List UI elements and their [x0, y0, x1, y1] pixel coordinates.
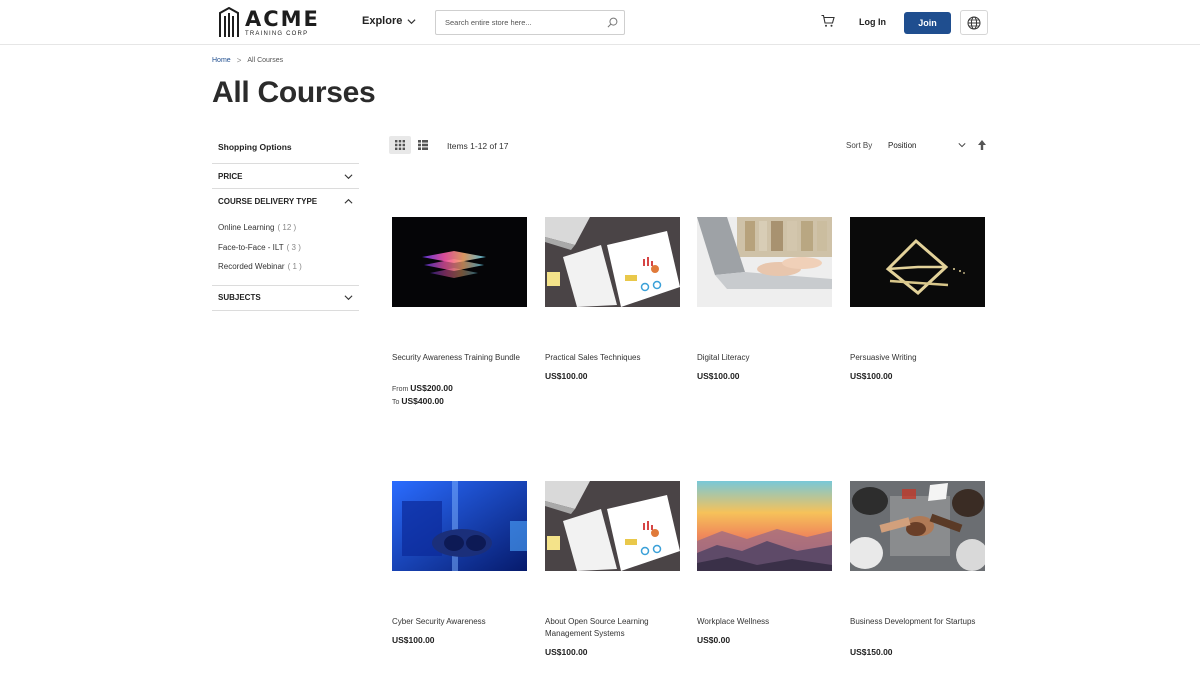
product-name[interactable]: Security Awareness Training Bundle: [392, 352, 530, 364]
product-card[interactable]: Digital Literacy US$100.00: [697, 217, 837, 381]
filter-sidebar: Shopping Options PRICE COURSE DELIVERY T…: [212, 138, 359, 311]
grid-view-button[interactable]: [389, 136, 411, 154]
chevron-down-icon: [407, 18, 416, 24]
sort-select[interactable]: Position: [884, 136, 970, 154]
sort-by-label: Sort By: [846, 141, 873, 150]
price-from: From US$200.00: [392, 383, 453, 393]
product-name[interactable]: Cyber Security Awareness: [392, 616, 530, 628]
explore-label: Explore: [362, 15, 403, 27]
breadcrumb-home[interactable]: Home: [212, 57, 231, 64]
breadcrumb-separator: >: [236, 56, 242, 65]
product-price: US$100.00: [697, 371, 740, 381]
product-image[interactable]: [850, 217, 985, 307]
option-label: Online Learning: [218, 223, 275, 233]
search-icon[interactable]: [607, 17, 618, 28]
product-card[interactable]: Business Development for Startups US$150…: [850, 481, 990, 657]
product-name[interactable]: Digital Literacy: [697, 352, 835, 364]
items-count: Items 1-12 of 17: [447, 141, 509, 151]
product-image[interactable]: [697, 217, 832, 307]
price-to-value: US$400.00: [401, 396, 444, 406]
language-selector[interactable]: [960, 10, 988, 35]
logo-sub-text: TRAINING CORP: [245, 31, 309, 37]
chevron-down-icon: [958, 143, 966, 148]
site-header: ACME TRAINING CORP Explore Log In Join: [0, 0, 1200, 45]
filter-course-delivery-type[interactable]: COURSE DELIVERY TYPE: [212, 189, 359, 214]
desk-notebook-charts-image: [545, 217, 680, 307]
sort-value: Position: [888, 140, 917, 150]
product-name[interactable]: Business Development for Startups: [850, 616, 988, 628]
product-image[interactable]: [392, 217, 527, 307]
filter-subjects[interactable]: SUBJECTS: [212, 286, 359, 311]
filter-delivery-label: COURSE DELIVERY TYPE: [218, 197, 318, 206]
grid-icon: [395, 140, 405, 150]
filter-option-face-to-face[interactable]: Face-to-Face - ILT ( 3 ): [218, 238, 359, 258]
product-name[interactable]: About Open Source Learning Management Sy…: [545, 616, 683, 640]
filter-price[interactable]: PRICE: [212, 164, 359, 189]
product-image[interactable]: [697, 481, 832, 571]
product-name[interactable]: Persuasive Writing: [850, 352, 988, 364]
search-input[interactable]: [436, 11, 596, 34]
breadcrumb: Home > All Courses: [212, 56, 283, 65]
logo-mark-icon: [219, 7, 239, 37]
chevron-down-icon: [344, 295, 353, 301]
chevron-up-icon: [344, 198, 353, 204]
option-label: Face-to-Face - ILT: [218, 242, 284, 252]
breadcrumb-current: All Courses: [247, 57, 284, 64]
product-price: US$100.00: [545, 371, 588, 381]
product-card[interactable]: Persuasive Writing US$100.00: [850, 217, 990, 381]
product-image[interactable]: [392, 481, 527, 571]
product-image[interactable]: [545, 481, 680, 571]
product-price: US$100.00: [850, 371, 893, 381]
sunset-mountains-image: [697, 481, 832, 571]
product-card[interactable]: Cyber Security Awareness US$100.00: [392, 481, 532, 645]
product-card[interactable]: About Open Source Learning Management Sy…: [545, 481, 685, 657]
filter-option-online-learning[interactable]: Online Learning ( 12 ): [218, 218, 359, 238]
login-link[interactable]: Log In: [859, 17, 886, 27]
page-title: All Courses: [212, 76, 376, 109]
globe-icon: [967, 16, 981, 29]
search-box: [435, 10, 625, 35]
sort-direction-arrow-icon[interactable]: [976, 138, 988, 152]
product-price: US$100.00: [392, 635, 435, 645]
logo-main-text: ACME: [245, 7, 320, 31]
price-to-label: To: [392, 399, 400, 406]
product-name[interactable]: Workplace Wellness: [697, 616, 835, 628]
price-from-value: US$200.00: [410, 383, 453, 393]
option-count: ( 1 ): [287, 262, 302, 272]
holographic-laptop-image: [392, 217, 527, 307]
product-card[interactable]: Workplace Wellness US$0.00: [697, 481, 837, 645]
product-card[interactable]: Security Awareness Training Bundle From …: [392, 217, 532, 406]
option-label: Recorded Webinar: [218, 262, 285, 272]
product-card[interactable]: Practical Sales Techniques US$100.00: [545, 217, 685, 381]
filter-subjects-label: SUBJECTS: [218, 293, 261, 302]
product-price: US$0.00: [697, 635, 731, 645]
price-to: To US$400.00: [392, 396, 444, 406]
option-count: ( 12 ): [277, 223, 297, 233]
product-name[interactable]: Practical Sales Techniques: [545, 352, 683, 364]
chevron-down-icon: [344, 173, 353, 179]
product-price: US$150.00: [850, 647, 893, 657]
product-price: US$100.00: [545, 647, 588, 657]
product-image[interactable]: [850, 481, 985, 571]
product-image[interactable]: [545, 217, 680, 307]
logo[interactable]: ACME TRAINING CORP: [218, 7, 320, 39]
desk-notebook-charts-image: [545, 481, 680, 571]
list-view-button[interactable]: [415, 136, 431, 154]
team-hands-together-image: [850, 481, 985, 571]
blue-vr-headset-image: [392, 481, 527, 571]
filter-option-recorded-webinar[interactable]: Recorded Webinar ( 1 ): [218, 257, 359, 277]
filter-price-label: PRICE: [218, 171, 243, 181]
delivery-options: Online Learning ( 12 ) Face-to-Face - IL…: [212, 214, 359, 286]
price-from-label: From: [392, 386, 409, 393]
join-button[interactable]: Join: [904, 12, 951, 34]
paperclip-envelope-image: [850, 217, 985, 307]
cart-icon[interactable]: [821, 14, 835, 28]
list-icon: [418, 140, 428, 150]
shopping-options-title: Shopping Options: [212, 138, 359, 164]
option-count: ( 3 ): [286, 242, 301, 252]
explore-menu[interactable]: Explore: [362, 15, 416, 27]
typing-laptop-image: [697, 217, 832, 307]
